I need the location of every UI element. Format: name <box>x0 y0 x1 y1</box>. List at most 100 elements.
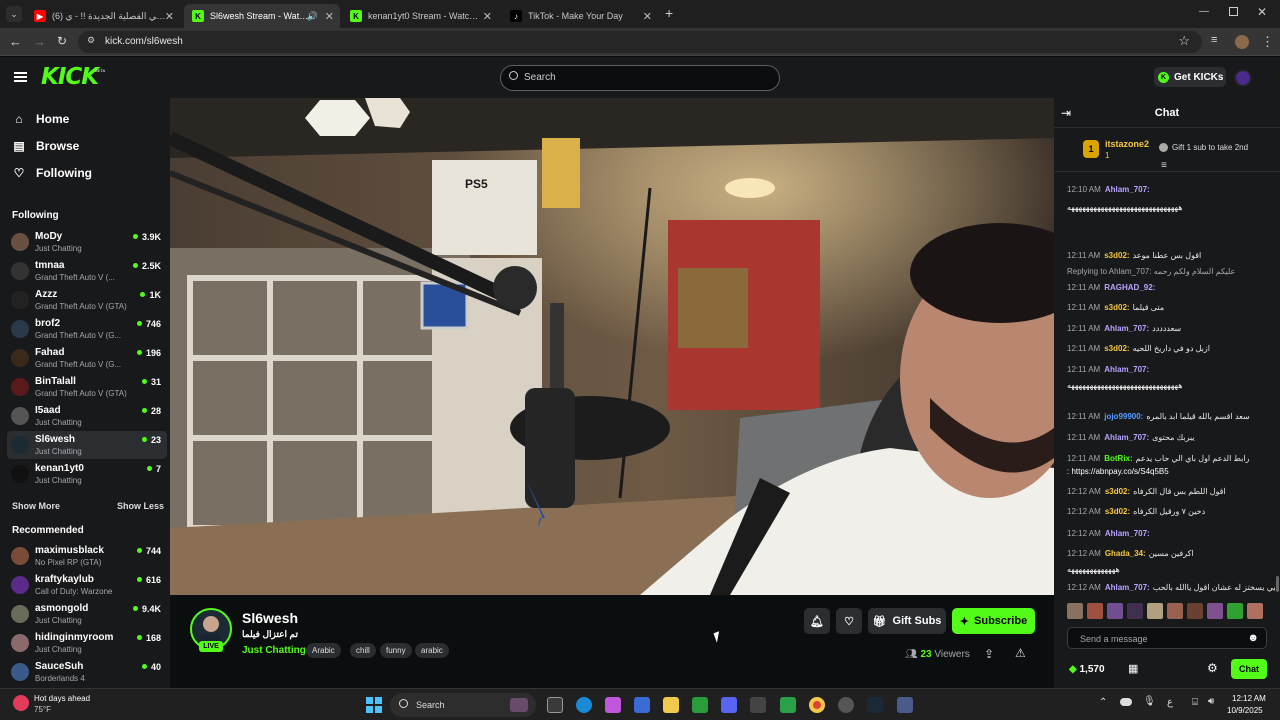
chat-username[interactable]: s3d02: <box>1105 487 1130 496</box>
get-kicks-button[interactable]: K Get KICKs <box>1154 67 1226 87</box>
chat-message[interactable]: 12:11 AM RAGHAD_92: <box>1067 282 1275 293</box>
tray-chevron-icon[interactable]: ⌃ <box>1099 697 1107 708</box>
store-app-icon[interactable] <box>634 697 650 713</box>
edge-icon[interactable] <box>576 697 592 713</box>
browser-tab-tiktok[interactable]: ♪ TikTok - Make Your Day ✕ <box>502 4 658 28</box>
chat-message[interactable]: 12:12 AM s3d02: اقول اللطم بس قال الكرفاه <box>1067 486 1275 497</box>
store-icon[interactable]: ▦ <box>1128 662 1138 675</box>
nav-home[interactable]: ⌂ Home <box>12 112 69 126</box>
chat-username[interactable]: s3d02: <box>1104 251 1129 260</box>
close-window-icon[interactable]: ✕ <box>1257 5 1267 19</box>
chat-scrollbar[interactable] <box>1276 576 1279 592</box>
chat-username[interactable]: Ahlam_707: <box>1104 365 1149 374</box>
chat-message[interactable]: ههههههههههههههههههههههههههههههه <box>1067 202 1275 213</box>
file-explorer-icon[interactable] <box>663 697 679 713</box>
chat-message[interactable]: 12:11 AM Ahlam_707: يبربك محتوى <box>1067 432 1275 443</box>
clock-time[interactable]: 12:12 AM <box>1232 694 1266 703</box>
xbox-icon[interactable] <box>692 697 708 713</box>
taskbar-search[interactable]: Search <box>390 693 536 717</box>
chat-message[interactable]: 12:11 AM jojo99900: سعد اقسم بالله قيلما ا… <box>1067 411 1275 422</box>
show-less-button[interactable]: Show Less <box>117 501 164 511</box>
chat-username[interactable]: Ahlam_707: <box>1105 185 1150 194</box>
clock-date[interactable]: 10/9/2025 <box>1227 706 1263 715</box>
send-chat-button[interactable]: Chat <box>1231 659 1267 679</box>
kicks-balance[interactable]: ◆ 1,570 <box>1069 664 1105 675</box>
follow-button[interactable]: ♡ <box>836 608 862 634</box>
browser-tab-sl6wesh[interactable]: K Sl6wesh Stream - Watch Live 🔊 ✕ <box>184 4 340 28</box>
chat-message[interactable]: 12:11 AM BotRix: رابط الدعم اول باي الي حا… <box>1067 453 1275 464</box>
onedrive-icon[interactable] <box>1120 698 1132 706</box>
back-icon[interactable]: ← <box>9 34 22 49</box>
settings-icon[interactable] <box>838 697 854 713</box>
app-green-icon[interactable] <box>780 697 796 713</box>
task-view-icon[interactable] <box>547 697 563 713</box>
chat-message[interactable]: 12:12 AM s3d02: دخين ٧ ورقيل الكرفاه <box>1067 506 1275 517</box>
close-tab-icon[interactable]: ✕ <box>165 10 174 23</box>
leaderboard-user[interactable]: itstazone2 <box>1105 139 1149 149</box>
chat-message[interactable]: 12:12 AM Ghada_34: اكرفين مسين <box>1067 548 1275 559</box>
address-bar[interactable]: ⚙ kick.com/sl6wesh ☆ <box>78 31 1202 53</box>
chat-message[interactable]: Replying to Ahlam_707: عليكم السلام ولكم… <box>1067 266 1275 277</box>
browser-menu-icon[interactable]: ⋮ <box>1261 34 1274 50</box>
chat-message[interactable]: 12:11 AM s3d02: متى قيلما <box>1067 302 1275 313</box>
chat-username[interactable]: Ahlam_707: <box>1105 529 1150 538</box>
chat-message-input[interactable]: Send a message ☻ <box>1067 627 1267 649</box>
tag-arabic-lower[interactable]: arabic <box>415 643 449 658</box>
network-icon[interactable]: ⌸ <box>1192 697 1198 708</box>
expand-chevron-icon[interactable]: ≡ <box>1161 160 1167 171</box>
nav-following[interactable]: ♡ Following <box>12 166 92 180</box>
discord-icon[interactable] <box>721 697 737 713</box>
sidebar-channel-saucesuh[interactable]: SauceSuh Borderlands 4 40 <box>7 658 167 686</box>
language-indicator-icon[interactable]: ع <box>1167 697 1173 708</box>
tag-funny[interactable]: funny <box>380 643 412 658</box>
sidebar-channel-sl6wesh[interactable]: Sl6wesh Just Chatting 23 <box>7 431 167 459</box>
tag-arabic[interactable]: Arabic <box>306 643 341 658</box>
chat-settings-icon[interactable]: ⚙ <box>1207 661 1218 675</box>
new-tab-icon[interactable]: + <box>665 5 673 21</box>
app-building-icon[interactable] <box>897 697 913 713</box>
extensions-icon[interactable]: ≡ <box>1211 34 1217 46</box>
chrome-icon[interactable] <box>809 697 825 713</box>
emote-row-icon[interactable] <box>1067 602 1267 620</box>
forward-icon[interactable]: → <box>33 34 46 49</box>
volume-icon[interactable]: 🔊︎ <box>1208 696 1214 707</box>
close-tab-icon[interactable]: ✕ <box>643 10 652 23</box>
microphone-icon[interactable]: 🎙︎ <box>1143 696 1156 707</box>
tab-list-menu-icon[interactable]: ⌄ <box>6 6 22 22</box>
sidebar-channel-bintalall[interactable]: BinTalall Grand Theft Auto V (GTA) 31 <box>7 373 167 401</box>
stream-category-link[interactable]: Just Chatting <box>242 645 306 656</box>
chat-message[interactable]: هههههههههههههه <box>1067 564 1275 575</box>
start-button[interactable] <box>366 697 382 713</box>
sidebar-channel-maximusblack[interactable]: maximusblack No Pixel RP (GTA) 744 <box>7 542 167 570</box>
show-more-button[interactable]: Show More <box>12 501 60 511</box>
nav-browse[interactable]: ▤ Browse <box>12 139 79 153</box>
chat-username[interactable]: s3d02: <box>1105 507 1130 516</box>
notifications-button[interactable]: 🔔︎ <box>804 608 830 634</box>
tag-chill[interactable]: chill <box>350 643 376 658</box>
steam-overlay-icon[interactable] <box>750 697 766 713</box>
sidebar-channel-asmongold[interactable]: asmongold Just Chatting 9.4K <box>7 600 167 628</box>
bookmark-star-icon[interactable]: ☆ <box>1178 33 1190 49</box>
chat-username[interactable]: s3d02: <box>1104 344 1129 353</box>
chat-message[interactable]: : https://abnpay.co/s/S4q5B5 <box>1067 466 1275 477</box>
profile-avatar[interactable] <box>1235 35 1249 49</box>
browser-tab-youtube[interactable]: ▶ (6) ملاهي الفصلية الجديدة !! - ي ✕ <box>26 4 180 28</box>
chat-message[interactable]: 12:11 AM Ahlam_707: <box>1067 364 1275 375</box>
sidebar-channel-kenan1yt0[interactable]: kenan1yt0 Just Chatting 7 <box>7 460 167 488</box>
reload-icon[interactable]: ↻ <box>57 34 67 48</box>
chat-username[interactable]: RAGHAD_92: <box>1104 283 1155 292</box>
video-player[interactable]: PS5 <box>170 98 1054 595</box>
kick-logo[interactable]: KICK <box>41 64 99 90</box>
copilot-icon[interactable] <box>605 697 621 713</box>
chat-message[interactable]: 12:12 AM Ahlam_707: <box>1067 528 1275 539</box>
chat-username[interactable]: s3d02: <box>1104 303 1129 312</box>
chat-message[interactable]: 12:11 AM s3d02: اقول بس عطنا موعد <box>1067 250 1275 261</box>
chat-username[interactable]: Ahlam_707: <box>1104 433 1149 442</box>
minimize-window-icon[interactable]: — <box>1199 6 1209 17</box>
sidebar-channel-mody[interactable]: MoDy Just Chatting 3.9K <box>7 228 167 256</box>
chat-username[interactable]: Ghada_34: <box>1105 549 1146 558</box>
subscribe-button[interactable]: ✦ Subscribe <box>952 608 1035 634</box>
chat-message[interactable]: 12:11 AM s3d02: ازبل دو في داريخ اللحيه <box>1067 343 1275 354</box>
sidebar-channel-azzz[interactable]: Azzz Grand Theft Auto V (GTA) 1K <box>7 286 167 314</box>
hamburger-menu-icon[interactable] <box>14 72 27 82</box>
